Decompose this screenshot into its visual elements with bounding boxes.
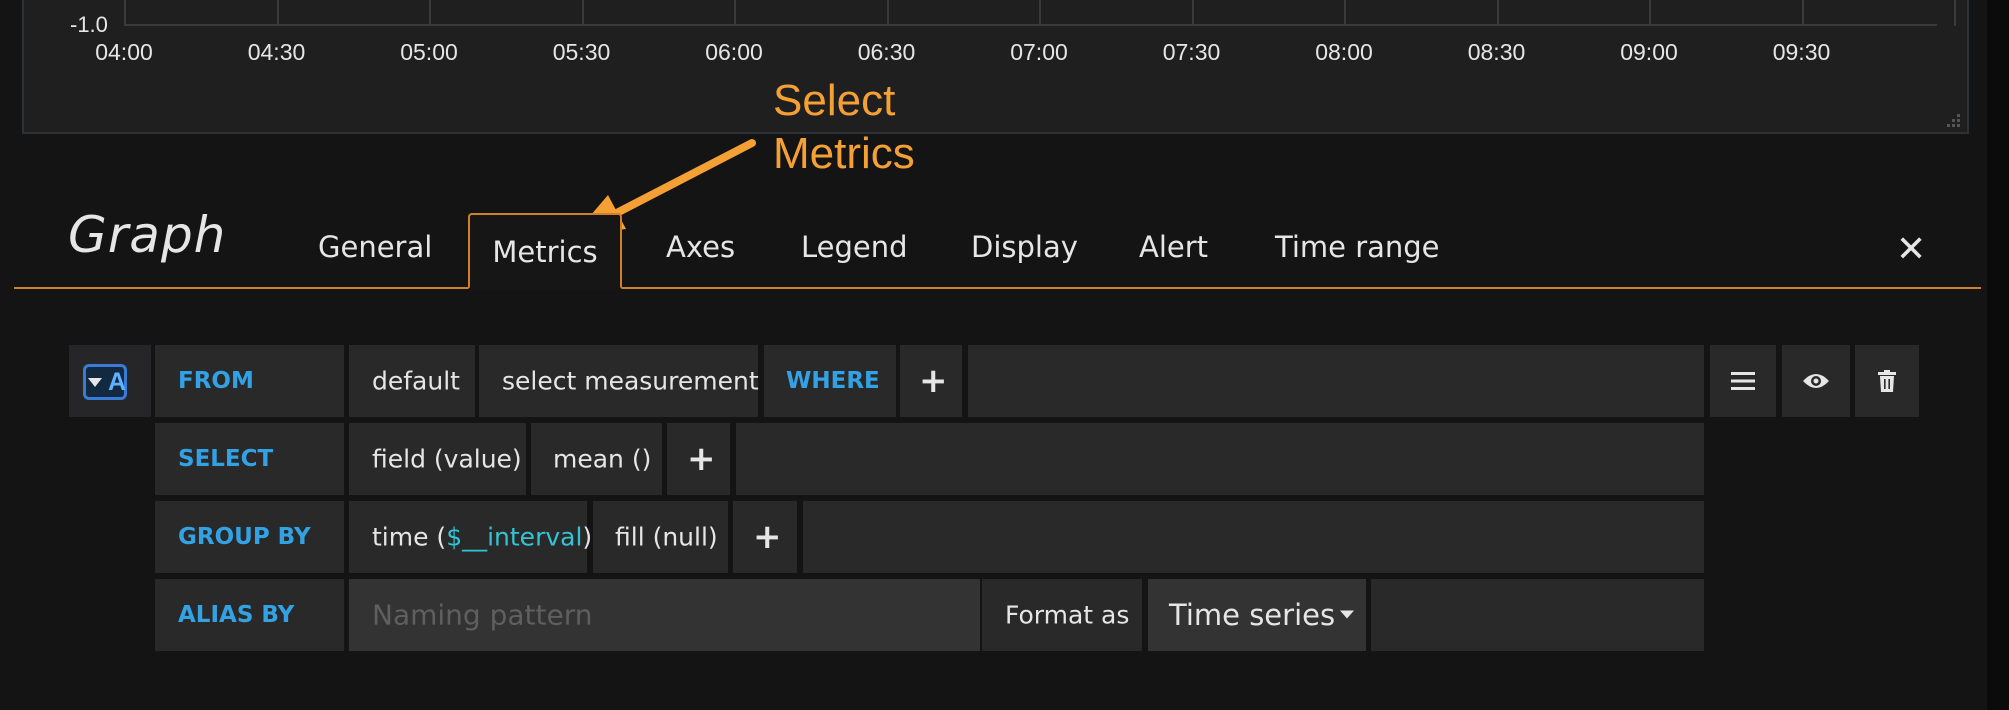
- x-axis-tick: 04:00: [95, 39, 153, 65]
- group-by-filler: [803, 501, 1704, 573]
- alias-label: ALIAS BY: [178, 602, 295, 628]
- menu-icon: [1731, 372, 1755, 390]
- remove-query-button[interactable]: [1855, 345, 1919, 417]
- panel-type-title: Graph: [68, 206, 227, 264]
- x-axis-tick: 05:30: [552, 39, 611, 65]
- tab-alert[interactable]: Alert: [1139, 230, 1208, 264]
- alias-input[interactable]: Naming pattern: [349, 579, 980, 651]
- fill-value: fill (null): [615, 522, 718, 552]
- x-grid-line: [1649, 0, 1651, 26]
- group-by-time-value: time ($__interval): [372, 523, 592, 552]
- where-filler: [968, 345, 1704, 417]
- aggregation-value: mean (): [553, 444, 652, 474]
- resize-handle-icon[interactable]: [1945, 112, 1961, 128]
- group-by-label: GROUP BY: [178, 524, 311, 550]
- x-grid-line: [124, 0, 126, 26]
- plus-icon: +: [919, 361, 948, 401]
- close-icon[interactable]: ✕: [1896, 228, 1926, 270]
- x-grid-line: [1039, 0, 1041, 26]
- x-grid-line: [1954, 0, 1956, 26]
- tabs-underline: [14, 287, 1981, 289]
- query-ref-badge: A: [83, 364, 127, 400]
- eye-icon: [1803, 374, 1829, 388]
- format-select[interactable]: Time series: [1148, 579, 1366, 651]
- x-axis-tick: 08:30: [1467, 39, 1526, 65]
- add-where-button[interactable]: +: [900, 345, 962, 417]
- trash-icon: [1878, 370, 1896, 392]
- caret-down-icon: [88, 378, 102, 387]
- x-axis-tick: 09:30: [1772, 39, 1831, 65]
- where-label: WHERE: [786, 368, 880, 394]
- select-label: SELECT: [178, 446, 274, 472]
- from-label: FROM: [178, 368, 254, 394]
- x-axis-tick: 05:00: [400, 39, 458, 65]
- x-axis-tick: 09:00: [1620, 39, 1678, 65]
- x-grid-line: [1191, 0, 1194, 26]
- alias-placeholder: Naming pattern: [372, 598, 593, 632]
- graph-panel: -1.0 04:00 04:30 05:00 05:30 06:00 06:30 07:00…: [22, 0, 1969, 134]
- select-filler: [736, 423, 1704, 495]
- measurement-value: select measurement: [502, 366, 759, 396]
- x-grid-line: [429, 0, 431, 26]
- x-grid-line: [581, 0, 584, 26]
- x-axis-line: [124, 24, 1937, 26]
- group-by-label-box: GROUP BY: [155, 501, 344, 573]
- tab-general[interactable]: General: [318, 230, 432, 264]
- add-group-by-button[interactable]: +: [733, 501, 797, 573]
- toggle-visibility-button[interactable]: [1782, 345, 1850, 417]
- tab-metrics-label: Metrics: [492, 235, 598, 269]
- x-axis-tick: 04:30: [247, 39, 306, 65]
- annotation-line-2: Metrics: [773, 129, 915, 178]
- query-ref-id: A: [108, 368, 127, 396]
- format-label: Format as: [1005, 600, 1130, 630]
- field-segment[interactable]: field (value): [349, 423, 526, 495]
- x-grid-line: [1801, 0, 1804, 26]
- field-value: field (value): [372, 444, 522, 474]
- fill-segment[interactable]: fill (null): [593, 501, 728, 573]
- time-prefix: time (: [372, 522, 447, 552]
- x-axis-tick: 06:30: [857, 39, 916, 65]
- x-axis-tick: 07:00: [1010, 39, 1068, 65]
- x-grid-line: [886, 0, 889, 26]
- x-axis-tick: 06:00: [705, 39, 763, 65]
- add-select-button[interactable]: +: [667, 423, 730, 495]
- menu-button[interactable]: [1710, 345, 1776, 417]
- tab-legend[interactable]: Legend: [801, 230, 908, 264]
- plus-icon: +: [687, 439, 716, 479]
- tab-display[interactable]: Display: [971, 230, 1078, 264]
- plus-icon: +: [753, 517, 782, 557]
- time-suffix: ): [582, 522, 593, 552]
- window-edge: [1987, 0, 2009, 710]
- select-label-box: SELECT: [155, 423, 344, 495]
- x-axis-tick: 08:00: [1315, 39, 1373, 65]
- x-grid-line: [1344, 0, 1346, 26]
- format-selected-value: Time series: [1169, 598, 1336, 632]
- x-grid-line: [276, 0, 279, 26]
- chevron-down-icon: [1340, 610, 1354, 619]
- query-ref-toggle[interactable]: A: [69, 345, 151, 417]
- retention-policy-segment[interactable]: default: [349, 345, 475, 417]
- tab-axes[interactable]: Axes: [666, 230, 735, 264]
- from-label-box: FROM: [155, 345, 344, 417]
- where-label-box: WHERE: [764, 345, 896, 417]
- retention-policy-value: default: [372, 366, 460, 396]
- format-filler: [1371, 579, 1704, 651]
- annotation-line-1: Select: [773, 76, 896, 125]
- measurement-segment[interactable]: select measurement: [479, 345, 759, 417]
- x-grid-line: [1496, 0, 1499, 26]
- tab-time-range[interactable]: Time range: [1275, 230, 1440, 264]
- annotation-label: Select Metrics: [773, 74, 915, 180]
- interval-variable: $__interval: [446, 522, 583, 552]
- tab-metrics[interactable]: Metrics: [468, 213, 622, 289]
- x-grid-line: [734, 0, 736, 26]
- x-axis-tick: 07:30: [1162, 39, 1221, 65]
- group-by-time-segment[interactable]: time ($__interval): [349, 501, 592, 573]
- format-label-box: Format as: [982, 579, 1142, 651]
- y-axis-tick: -1.0: [70, 12, 108, 37]
- alias-label-box: ALIAS BY: [155, 579, 344, 651]
- aggregation-segment[interactable]: mean (): [531, 423, 662, 495]
